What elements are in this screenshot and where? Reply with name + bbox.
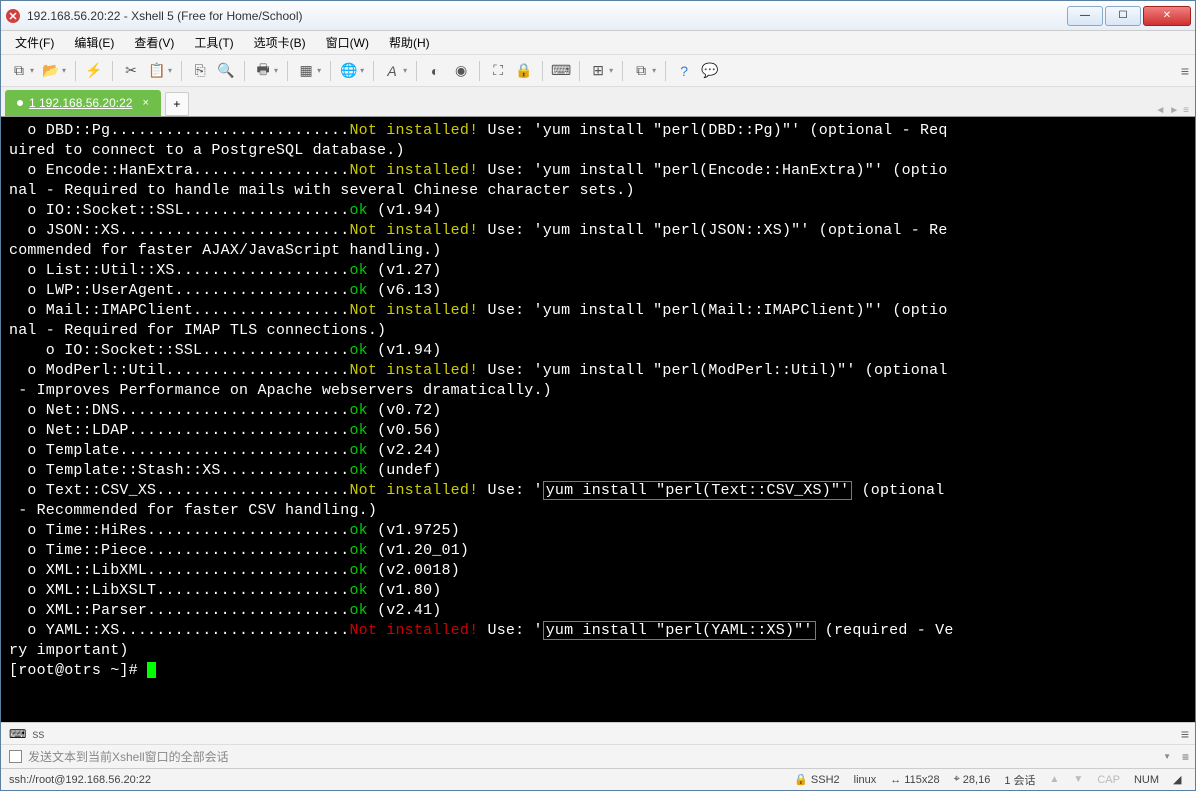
terminal-line: nal - Required to handle mails with seve… [9, 181, 1187, 201]
terminal-line: o XML::LibXSLT.....................ok (v… [9, 581, 1187, 601]
toolbar: ⧉▾ 📂▾ ⚡ ✂ 📋▾ ⎘ 🔍 🖶▾ ▦▾ 🌐▾ A▾ ◐ ◉ ⛶ 🔒 ⌨ ⊞… [1, 55, 1195, 87]
titlebar: 192.168.56.20:22 - Xshell 5 (Free for Ho… [1, 1, 1195, 31]
terminal-line: uired to connect to a PostgreSQL databas… [9, 141, 1187, 161]
print-icon[interactable]: 🖶 [251, 59, 275, 83]
status-sessions: 1 会话 [1004, 772, 1035, 788]
terminal-line: o Net::DNS.........................ok (v… [9, 401, 1187, 421]
terminal-line: o Text::CSV_XS.....................Not i… [9, 481, 1187, 501]
layout-icon[interactable]: ▦ [294, 59, 318, 83]
terminal[interactable]: o DBD::Pg..........................Not i… [1, 117, 1195, 722]
tab-close-icon[interactable]: × [142, 97, 148, 109]
menu-view[interactable]: 查看(V) [126, 32, 182, 53]
terminal-line: commended for faster AJAX/JavaScript han… [9, 241, 1187, 261]
open-icon[interactable]: 📂 [39, 59, 63, 83]
status-num: NUM [1134, 774, 1159, 786]
new-tab-button[interactable]: + [165, 92, 189, 116]
broadcast-dropdown-icon[interactable]: ▼ [1163, 752, 1171, 761]
terminal-line: o IO::Socket::SSL................ok (v1.… [9, 341, 1187, 361]
maximize-button[interactable]: ☐ [1105, 6, 1141, 26]
terminal-line: o YAML::XS.........................Not i… [9, 621, 1187, 641]
lock-icon[interactable]: 🔒 [512, 59, 536, 83]
terminal-line: o Time::Piece......................ok (v… [9, 541, 1187, 561]
status-os: linux [854, 774, 877, 786]
tab-next-icon[interactable]: ► [1169, 105, 1179, 116]
up-arrow-icon[interactable]: ▲ [1050, 774, 1060, 785]
xagent-icon[interactable]: ◉ [449, 59, 473, 83]
terminal-cursor [147, 662, 156, 678]
broadcast-overflow-icon[interactable]: ≡ [1182, 750, 1189, 764]
add-icon[interactable]: ⊞ [586, 59, 610, 83]
close-button[interactable]: ✕ [1143, 6, 1191, 26]
connected-dot-icon [17, 100, 23, 106]
status-cap: CAP [1097, 774, 1120, 786]
tab-prev-icon[interactable]: ◄ [1155, 105, 1165, 116]
terminal-line: o XML::Parser......................ok (v… [9, 601, 1187, 621]
copy-icon[interactable]: ⎘ [188, 59, 212, 83]
terminal-line: o XML::LibXML......................ok (v… [9, 561, 1187, 581]
keyboard-icon[interactable]: ⌨ [549, 59, 573, 83]
toolbar-overflow-icon[interactable]: ≡ [1181, 63, 1189, 79]
terminal-line: - Improves Performance on Apache webserv… [9, 381, 1187, 401]
broadcast-label: 发送文本到当前Xshell窗口的全部会话 [28, 748, 229, 765]
terminal-line: [root@otrs ~]# [9, 661, 1187, 681]
status-size: ↔ 115x28 [890, 774, 939, 786]
app-icon [5, 8, 21, 24]
fullscreen-icon[interactable]: ⛶ [486, 59, 510, 83]
font-icon[interactable]: A [380, 59, 404, 83]
resize-grip-icon[interactable]: ◢ [1173, 773, 1187, 787]
menu-tabs[interactable]: 选项卡(B) [246, 32, 314, 53]
terminal-line: o Time::HiRes......................ok (v… [9, 521, 1187, 541]
tab-nav: ◄ ► ≡ [1155, 105, 1189, 116]
terminal-line: ry important) [9, 641, 1187, 661]
status-pos: ⌖ 28,16 [954, 773, 991, 786]
minimize-button[interactable]: — [1067, 6, 1103, 26]
tab-label: 1 192.168.56.20:22 [29, 96, 132, 110]
statusbar: ssh://root@192.168.56.20:22 🔒 SSH2 linux… [1, 768, 1195, 790]
menu-file[interactable]: 文件(F) [7, 32, 62, 53]
terminal-line: o ModPerl::Util....................Not i… [9, 361, 1187, 381]
terminal-line: o DBD::Pg..........................Not i… [9, 121, 1187, 141]
compose-overflow-icon[interactable]: ≡ [1181, 726, 1189, 742]
terminal-line: o Template::Stash::XS..............ok (u… [9, 461, 1187, 481]
menu-tools[interactable]: 工具(T) [186, 32, 241, 53]
terminal-line: o List::Util::XS...................ok (v… [9, 261, 1187, 281]
status-url: ssh://root@192.168.56.20:22 [9, 774, 794, 786]
terminal-line: o LWP::UserAgent...................ok (v… [9, 281, 1187, 301]
chat-icon[interactable]: 💬 [698, 59, 722, 83]
broadcast-checkbox[interactable] [9, 750, 22, 763]
status-proto: 🔒 SSH2 [794, 773, 839, 786]
terminal-line: o Template.........................ok (v… [9, 441, 1187, 461]
compose-label: ss [32, 727, 44, 741]
disconnect-icon[interactable]: ✂ [119, 59, 143, 83]
reconnect-icon[interactable]: ⚡ [82, 59, 106, 83]
terminal-line: o Net::LDAP........................ok (v… [9, 421, 1187, 441]
broadcast-bar: 发送文本到当前Xshell窗口的全部会话 ▼ ≡ [1, 744, 1195, 768]
window-title: 192.168.56.20:22 - Xshell 5 (Free for Ho… [27, 9, 1067, 23]
terminal-line: o IO::Socket::SSL..................ok (v… [9, 201, 1187, 221]
terminal-line: o Mail::IMAPClient.................Not i… [9, 301, 1187, 321]
menu-window[interactable]: 窗口(W) [318, 32, 377, 53]
terminal-line: o Encode::HanExtra.................Not i… [9, 161, 1187, 181]
tabbar: 1 192.168.56.20:22 × + ◄ ► ≡ [1, 87, 1195, 117]
keyboard-icon[interactable]: ⌨ [9, 727, 26, 741]
down-arrow-icon[interactable]: ▼ [1073, 774, 1083, 785]
help-icon[interactable]: ? [672, 59, 696, 83]
terminal-line: nal - Required for IMAP TLS connections.… [9, 321, 1187, 341]
terminal-line: o JSON::XS.........................Not i… [9, 221, 1187, 241]
tunnel-icon[interactable]: ◐ [423, 59, 447, 83]
menu-edit[interactable]: 编辑(E) [66, 32, 122, 53]
tab-list-icon[interactable]: ≡ [1183, 105, 1189, 116]
new-session-icon[interactable]: ⧉ [7, 59, 31, 83]
menubar: 文件(F) 编辑(E) 查看(V) 工具(T) 选项卡(B) 窗口(W) 帮助(… [1, 31, 1195, 55]
session-tab[interactable]: 1 192.168.56.20:22 × [5, 90, 161, 116]
terminal-line: - Recommended for faster CSV handling.) [9, 501, 1187, 521]
compose-bar: ⌨ ss ≡ [1, 722, 1195, 744]
properties-icon[interactable]: 📋 [145, 59, 169, 83]
globe-icon[interactable]: 🌐 [337, 59, 361, 83]
find-icon[interactable]: 🔍 [214, 59, 238, 83]
menu-help[interactable]: 帮助(H) [381, 32, 438, 53]
cascade-icon[interactable]: ⧉ [629, 59, 653, 83]
